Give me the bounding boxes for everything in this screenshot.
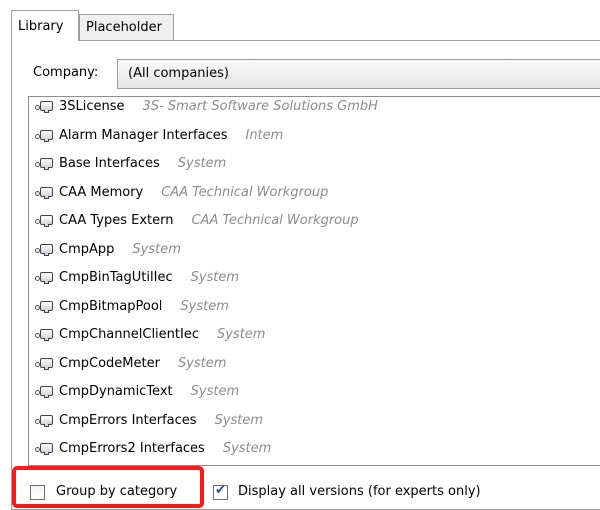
library-module-icon bbox=[40, 414, 53, 427]
library-name: CmpBinTagUtilIec bbox=[59, 270, 173, 285]
library-module-icon bbox=[40, 357, 53, 370]
library-vendor: System bbox=[180, 298, 229, 314]
library-name: CmpErrors2 Interfaces bbox=[59, 441, 205, 456]
library-vendor: System bbox=[222, 441, 272, 456]
library-name: CAA Types Extern bbox=[59, 213, 174, 228]
tab-library[interactable]: Library bbox=[11, 10, 79, 41]
library-name: 3SLicense bbox=[59, 99, 125, 114]
library-module-icon bbox=[40, 186, 53, 199]
library-vendor: Intem bbox=[245, 127, 284, 143]
library-module-icon bbox=[40, 158, 53, 170]
library-vendor: System bbox=[190, 270, 240, 285]
library-name: CmpChannelClientIec bbox=[59, 327, 199, 342]
group-by-category-label[interactable]: Group by category bbox=[56, 484, 177, 499]
library-module-icon bbox=[40, 329, 53, 341]
library-module-icon bbox=[40, 300, 53, 313]
library-module-icon bbox=[40, 101, 53, 113]
library-module-icon bbox=[40, 129, 53, 142]
library-vendor: System bbox=[177, 355, 227, 371]
company-select[interactable]: (All companies) bbox=[117, 59, 600, 89]
library-name: CAA Memory bbox=[59, 184, 144, 200]
library-name: CmpErrors Interfaces bbox=[59, 412, 197, 428]
library-module-icon bbox=[40, 272, 53, 284]
display-all-versions-label[interactable]: Display all versions (for experts only) bbox=[238, 484, 481, 499]
library-name: CmpDynamicText bbox=[59, 384, 173, 399]
library-list[interactable]: 3SLicense 3S- Smart Software Solutions Gm… bbox=[28, 96, 600, 466]
library-name: CmpCodeMeter bbox=[59, 355, 160, 371]
tab-placeholder[interactable]: Placeholder bbox=[79, 14, 174, 40]
display-all-versions-checkbox[interactable] bbox=[213, 483, 228, 500]
tab-library-label: Library bbox=[18, 19, 64, 34]
library-vendor: System bbox=[132, 241, 181, 257]
tab-strip: Library Placeholder bbox=[0, 0, 600, 41]
library-module-icon bbox=[40, 443, 53, 455]
library-vendor: System bbox=[214, 412, 264, 428]
library-name: Base Interfaces bbox=[59, 156, 160, 171]
library-module-icon bbox=[40, 386, 53, 398]
library-vendor: CAA Technical Workgroup bbox=[161, 184, 329, 200]
library-module-icon bbox=[40, 243, 53, 256]
library-module-icon bbox=[40, 215, 53, 227]
library-name: Alarm Manager Interfaces bbox=[59, 127, 228, 143]
library-vendor: CAA Technical Workgroup bbox=[191, 213, 359, 228]
library-vendor: 3S- Smart Software Solutions GmbH bbox=[142, 99, 378, 114]
company-label: Company: bbox=[33, 65, 99, 80]
library-vendor: System bbox=[177, 156, 227, 171]
library-vendor: System bbox=[216, 327, 266, 342]
tab-placeholder-label: Placeholder bbox=[86, 20, 162, 35]
library-vendor: System bbox=[190, 384, 240, 399]
library-name: CmpBitmapPool bbox=[59, 298, 163, 314]
group-by-category-checkbox[interactable] bbox=[30, 485, 45, 500]
library-name: CmpApp bbox=[59, 241, 115, 257]
company-select-value: (All companies) bbox=[128, 66, 229, 81]
